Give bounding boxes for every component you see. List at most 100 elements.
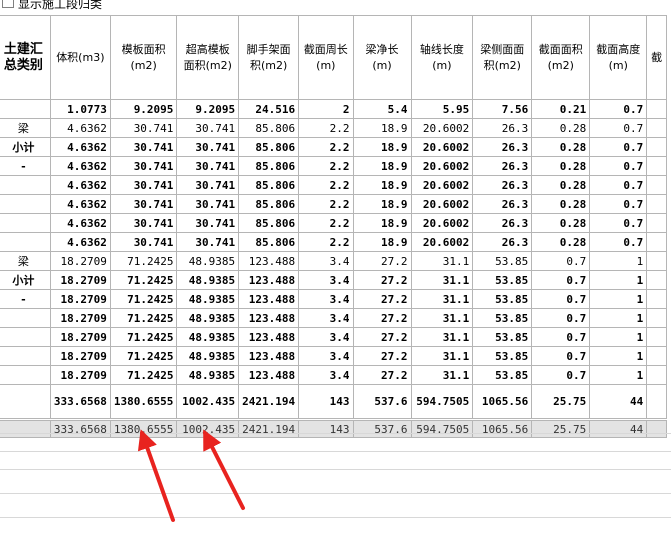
value-cell-col-1[interactable]: 4.6362 xyxy=(49,213,111,233)
value-cell-col-8[interactable]: 53.85 xyxy=(472,308,533,328)
value-cell-col-4[interactable]: 123.488 xyxy=(238,346,300,366)
value-cell-col-5[interactable]: 3.4 xyxy=(298,289,354,309)
value-cell-col-7[interactable]: 20.6002 xyxy=(410,156,474,176)
row-category-cell[interactable]: - xyxy=(0,289,51,309)
row-category-cell[interactable] xyxy=(0,308,51,328)
row-category-cell[interactable] xyxy=(0,194,51,214)
value-cell-col-1[interactable]: 4.6362 xyxy=(49,232,111,252)
value-cell-col-4[interactable]: 123.488 xyxy=(238,289,300,309)
value-cell-col-5[interactable]: 3.4 xyxy=(298,327,354,347)
header-col-9[interactable]: 截面面积(m2) xyxy=(531,15,591,100)
value-cell-col-7[interactable]: 31.1 xyxy=(410,308,474,328)
value-cell-col-7[interactable]: 31.1 xyxy=(410,289,474,309)
value-cell-col-3[interactable]: 48.9385 xyxy=(176,346,240,366)
value-cell-col-6[interactable]: 18.9 xyxy=(352,156,412,176)
header-col-6[interactable]: 梁净长(m) xyxy=(352,15,412,100)
value-cell-col-5[interactable]: 3.4 xyxy=(298,308,354,328)
value-cell-col-3[interactable]: 30.741 xyxy=(176,213,240,233)
value-cell-col-8[interactable]: 53.85 xyxy=(472,251,533,271)
value-cell-col-5[interactable]: 2.2 xyxy=(298,118,354,138)
value-cell-col-10[interactable]: 1 xyxy=(589,251,648,271)
value-cell-col-7[interactable]: 20.6002 xyxy=(410,194,474,214)
value-cell-col-1[interactable]: 4.6362 xyxy=(49,175,111,195)
value-cell-col-1[interactable]: 4.6362 xyxy=(49,118,111,138)
header-col-11[interactable]: 截 xyxy=(646,15,667,100)
row-category-cell[interactable] xyxy=(0,346,51,366)
value-cell-col-6[interactable]: 27.2 xyxy=(352,270,412,290)
value-cell-col-7[interactable]: 20.6002 xyxy=(410,213,474,233)
value-cell-col-8[interactable]: 53.85 xyxy=(472,365,533,385)
value-cell-col-10[interactable]: 1 xyxy=(589,327,648,347)
value-cell-col-7[interactable]: 5.95 xyxy=(410,99,474,119)
value-cell-col-9[interactable]: 0.28 xyxy=(531,118,591,138)
value-cell-col-8[interactable]: 26.3 xyxy=(472,118,533,138)
value-cell-col-8[interactable]: 26.3 xyxy=(472,175,533,195)
value-cell-col-9[interactable]: 0.28 xyxy=(531,232,591,252)
value-cell-col-3[interactable]: 48.9385 xyxy=(176,308,240,328)
value-cell-col-4[interactable]: 123.488 xyxy=(238,308,300,328)
value-cell-col-10[interactable]: 1 xyxy=(589,346,648,366)
value-cell-col-3[interactable]: 48.9385 xyxy=(176,327,240,347)
value-cell-col-7[interactable]: 31.1 xyxy=(410,270,474,290)
value-cell-col-2[interactable]: 30.741 xyxy=(109,156,178,176)
value-cell-col-8[interactable]: 53.85 xyxy=(472,270,533,290)
value-cell-col-9[interactable]: 0.7 xyxy=(531,346,591,366)
value-cell-col-1[interactable]: 4.6362 xyxy=(49,194,111,214)
value-cell-col-9[interactable]: 25.75 xyxy=(531,384,591,419)
value-cell-col-2[interactable]: 30.741 xyxy=(109,232,178,252)
row-category-cell[interactable]: - xyxy=(0,156,51,176)
value-cell-col-9[interactable]: 0.21 xyxy=(531,99,591,119)
value-cell-col-7[interactable]: 31.1 xyxy=(410,327,474,347)
value-cell-col-5[interactable]: 143 xyxy=(298,384,354,419)
value-cell-col-2[interactable]: 71.2425 xyxy=(109,346,178,366)
table-row[interactable]: 18.2709 71.2425 48.9385 123.488 3.4 27.2 31.1 5… xyxy=(0,308,667,328)
row-category-cell[interactable] xyxy=(0,232,51,252)
value-cell-col-3[interactable]: 48.9385 xyxy=(176,251,240,271)
value-cell-col-9[interactable]: 0.7 xyxy=(531,251,591,271)
value-cell-col-10[interactable]: 1 xyxy=(589,289,648,309)
value-cell-col-8[interactable]: 26.3 xyxy=(472,156,533,176)
value-cell-col-10[interactable]: 0.7 xyxy=(589,194,648,214)
value-cell-col-9[interactable]: 0.28 xyxy=(531,213,591,233)
value-cell-col-4[interactable]: 85.806 xyxy=(238,232,300,252)
value-cell-col-8[interactable]: 26.3 xyxy=(472,194,533,214)
value-cell-col-6[interactable]: 27.2 xyxy=(352,251,412,271)
value-cell-col-4[interactable]: 85.806 xyxy=(238,213,300,233)
value-cell-col-2[interactable]: 71.2425 xyxy=(109,251,178,271)
value-cell-col-7[interactable]: 594.7505 xyxy=(410,384,474,419)
table-row[interactable]: 4.6362 30.741 30.741 85.806 2.2 18.9 20.6002 26… xyxy=(0,175,667,195)
row-category-cell[interactable] xyxy=(0,99,51,119)
value-cell-col-6[interactable]: 18.9 xyxy=(352,232,412,252)
header-col-1[interactable]: 体积(m3) xyxy=(49,15,111,100)
value-cell-col-2[interactable]: 9.2095 xyxy=(109,99,178,119)
value-cell-col-5[interactable]: 3.4 xyxy=(298,270,354,290)
value-cell-col-6[interactable]: 18.9 xyxy=(352,118,412,138)
header-col-8[interactable]: 梁侧面面积(m2) xyxy=(472,15,533,100)
value-cell-col-9[interactable]: 0.7 xyxy=(531,289,591,309)
value-cell-col-10[interactable]: 1 xyxy=(589,365,648,385)
value-cell-col-6[interactable]: 27.2 xyxy=(352,308,412,328)
row-category-cell[interactable] xyxy=(0,384,51,419)
value-cell-col-6[interactable]: 18.9 xyxy=(352,194,412,214)
value-cell-col-7[interactable]: 31.1 xyxy=(410,346,474,366)
value-cell-col-3[interactable]: 48.9385 xyxy=(176,270,240,290)
value-cell-col-4[interactable]: 123.488 xyxy=(238,327,300,347)
value-cell-col-5[interactable]: 2.2 xyxy=(298,213,354,233)
value-cell-col-4[interactable]: 123.488 xyxy=(238,365,300,385)
value-cell-col-10[interactable]: 1 xyxy=(589,308,648,328)
table-row[interactable]: 4.6362 30.741 30.741 85.806 2.2 18.9 20.6002 26… xyxy=(0,232,667,252)
value-cell-col-4[interactable]: 85.806 xyxy=(238,118,300,138)
value-cell-col-2[interactable]: 71.2425 xyxy=(109,365,178,385)
value-cell-col-7[interactable]: 31.1 xyxy=(410,251,474,271)
header-col-2[interactable]: 模板面积(m2) xyxy=(109,15,178,100)
row-category-cell[interactable] xyxy=(0,175,51,195)
value-cell-col-3[interactable]: 48.9385 xyxy=(176,365,240,385)
row-category-cell[interactable] xyxy=(0,213,51,233)
value-cell-col-2[interactable]: 30.741 xyxy=(109,213,178,233)
value-cell-col-9[interactable]: 0.7 xyxy=(531,308,591,328)
value-cell-col-9[interactable]: 0.28 xyxy=(531,137,591,157)
value-cell-col-3[interactable]: 30.741 xyxy=(176,194,240,214)
value-cell-col-1[interactable]: 18.2709 xyxy=(49,327,111,347)
value-cell-col-6[interactable]: 537.6 xyxy=(352,384,412,419)
value-cell-col-6[interactable]: 27.2 xyxy=(352,346,412,366)
